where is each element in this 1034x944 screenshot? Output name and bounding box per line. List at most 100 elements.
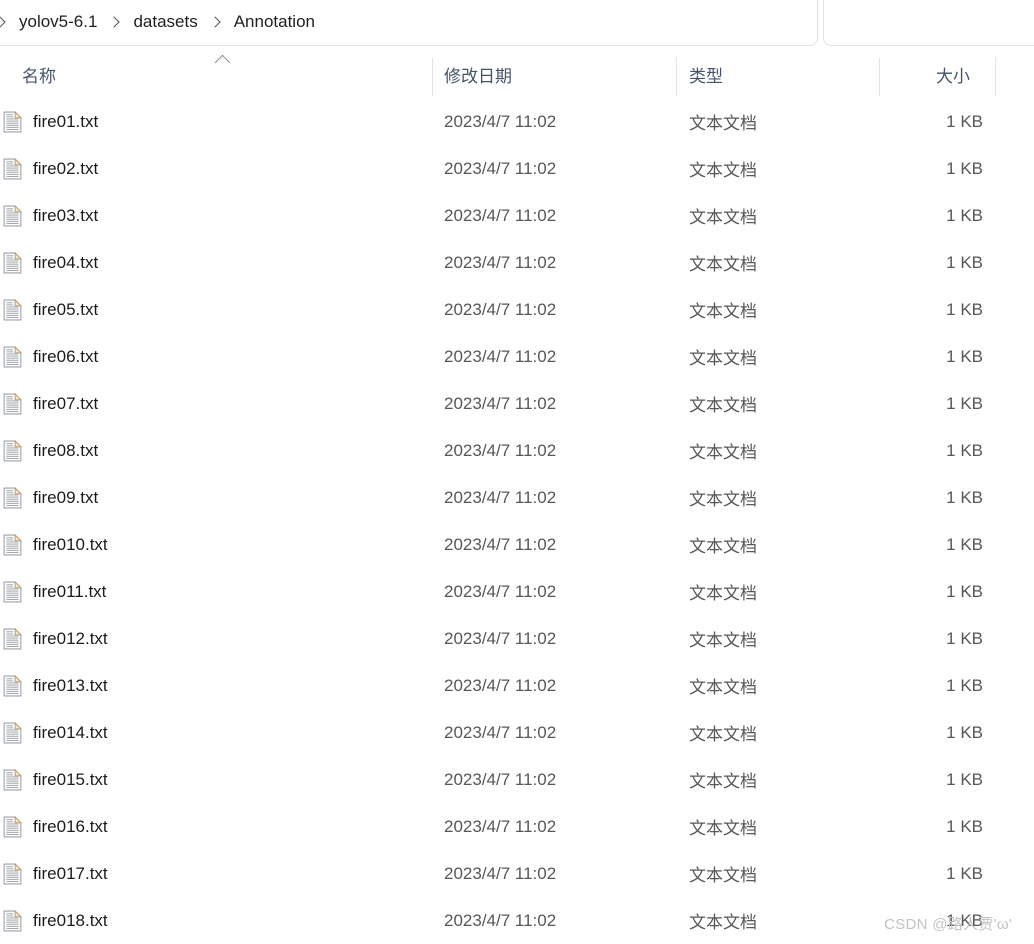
file-row[interactable]: fire09.txt 2023/4/7 11:02 文本文档 1 KB — [0, 474, 1034, 521]
file-size: 1 KB — [946, 534, 983, 554]
file-type: 文本文档 — [689, 631, 757, 650]
column-header-type-label: 类型 — [689, 66, 723, 86]
file-size: 1 KB — [946, 252, 983, 272]
file-date: 2023/4/7 11:02 — [444, 346, 557, 366]
file-type: 文本文档 — [689, 396, 757, 415]
chevron-right-icon — [0, 16, 6, 28]
file-size: 1 KB — [946, 158, 983, 178]
file-row[interactable]: fire015.txt 2023/4/7 11:02 文本文档 1 KB — [0, 756, 1034, 803]
text-file-icon — [3, 486, 23, 509]
file-type: 文本文档 — [689, 866, 757, 885]
file-row[interactable]: fire05.txt 2023/4/7 11:02 文本文档 1 KB — [0, 286, 1034, 333]
file-name: fire05.txt — [33, 299, 99, 319]
file-type: 文本文档 — [689, 302, 757, 321]
text-file-icon — [3, 439, 23, 462]
breadcrumb-item-annotation[interactable]: Annotation — [230, 9, 319, 35]
file-name: fire011.txt — [33, 581, 107, 601]
file-row[interactable]: fire01.txt 2023/4/7 11:02 文本文档 1 KB — [0, 98, 1034, 145]
file-size: 1 KB — [946, 440, 983, 460]
file-type: 文本文档 — [689, 584, 757, 603]
text-file-icon — [3, 862, 23, 885]
file-name: fire07.txt — [33, 393, 99, 413]
text-file-icon — [3, 674, 23, 697]
file-type: 文本文档 — [689, 114, 757, 133]
file-row[interactable]: fire014.txt 2023/4/7 11:02 文本文档 1 KB — [0, 709, 1034, 756]
text-file-icon — [3, 909, 23, 932]
file-date: 2023/4/7 11:02 — [444, 863, 557, 883]
file-date: 2023/4/7 11:02 — [444, 158, 557, 178]
file-name: fire017.txt — [33, 863, 108, 883]
file-row[interactable]: fire012.txt 2023/4/7 11:02 文本文档 1 KB — [0, 615, 1034, 662]
column-divider[interactable] — [995, 58, 996, 96]
file-name: fire08.txt — [33, 440, 99, 460]
chevron-right-icon — [209, 16, 221, 28]
file-type: 文本文档 — [689, 161, 757, 180]
file-name: fire01.txt — [33, 111, 99, 131]
file-size: 1 KB — [946, 863, 983, 883]
file-type: 文本文档 — [689, 725, 757, 744]
file-date: 2023/4/7 11:02 — [444, 675, 557, 695]
column-header-size[interactable]: 大小 — [880, 50, 1015, 98]
column-headers: 名称 修改日期 类型 大小 — [0, 50, 1034, 98]
file-name: fire06.txt — [33, 346, 99, 366]
breadcrumb-item-datasets[interactable]: datasets — [129, 9, 201, 35]
file-size: 1 KB — [946, 581, 983, 601]
text-file-icon — [3, 204, 23, 227]
file-name: fire04.txt — [33, 252, 99, 272]
column-header-name-label: 名称 — [22, 66, 56, 86]
text-file-icon — [3, 110, 23, 133]
file-row[interactable]: fire011.txt 2023/4/7 11:02 文本文档 1 KB — [0, 568, 1034, 615]
column-header-size-label: 大小 — [936, 66, 970, 86]
file-type: 文本文档 — [689, 349, 757, 368]
csdn-watermark: CSDN @路人贾'ω' — [884, 916, 1012, 933]
file-row[interactable]: fire016.txt 2023/4/7 11:02 文本文档 1 KB — [0, 803, 1034, 850]
file-type: 文本文档 — [689, 678, 757, 697]
file-name: fire016.txt — [33, 816, 108, 836]
file-list: fire01.txt 2023/4/7 11:02 文本文档 1 KB fire… — [0, 98, 1034, 944]
text-file-icon — [3, 815, 23, 838]
file-date: 2023/4/7 11:02 — [444, 252, 557, 272]
column-header-name[interactable]: 名称 — [0, 50, 433, 98]
file-type: 文本文档 — [689, 490, 757, 509]
sort-ascending-icon — [214, 54, 231, 71]
file-name: fire012.txt — [33, 628, 108, 648]
file-size: 1 KB — [946, 346, 983, 366]
file-date: 2023/4/7 11:02 — [444, 722, 557, 742]
file-row[interactable]: fire08.txt 2023/4/7 11:02 文本文档 1 KB — [0, 427, 1034, 474]
file-row[interactable]: fire02.txt 2023/4/7 11:02 文本文档 1 KB — [0, 145, 1034, 192]
file-row[interactable]: fire018.txt 2023/4/7 11:02 文本文档 1 KB — [0, 897, 1034, 944]
file-row[interactable]: fire04.txt 2023/4/7 11:02 文本文档 1 KB — [0, 239, 1034, 286]
file-date: 2023/4/7 11:02 — [444, 816, 557, 836]
text-file-icon — [3, 580, 23, 603]
file-date: 2023/4/7 11:02 — [444, 581, 557, 601]
file-type: 文本文档 — [689, 537, 757, 556]
text-file-icon — [3, 627, 23, 650]
file-date: 2023/4/7 11:02 — [444, 299, 557, 319]
breadcrumb-item-yolov5[interactable]: yolov5-6.1 — [15, 9, 101, 35]
explorer-top-bar: yolov5-6.1 datasets Annotation — [0, 0, 1034, 46]
file-date: 2023/4/7 11:02 — [444, 769, 557, 789]
file-row[interactable]: fire017.txt 2023/4/7 11:02 文本文档 1 KB — [0, 850, 1034, 897]
file-row[interactable]: fire010.txt 2023/4/7 11:02 文本文档 1 KB — [0, 521, 1034, 568]
file-row[interactable]: fire06.txt 2023/4/7 11:02 文本文档 1 KB — [0, 333, 1034, 380]
file-size: 1 KB — [946, 487, 983, 507]
file-row[interactable]: fire07.txt 2023/4/7 11:02 文本文档 1 KB — [0, 380, 1034, 427]
text-file-icon — [3, 157, 23, 180]
text-file-icon — [3, 251, 23, 274]
file-size: 1 KB — [946, 816, 983, 836]
chevron-right-icon — [108, 16, 121, 28]
file-size: 1 KB — [946, 111, 983, 131]
file-type: 文本文档 — [689, 772, 757, 791]
file-size: 1 KB — [946, 393, 983, 413]
column-header-type[interactable]: 类型 — [677, 50, 880, 98]
file-size: 1 KB — [946, 299, 983, 319]
file-row[interactable]: fire03.txt 2023/4/7 11:02 文本文档 1 KB — [0, 192, 1034, 239]
file-date: 2023/4/7 11:02 — [444, 205, 557, 225]
file-date: 2023/4/7 11:02 — [444, 111, 557, 131]
file-name: fire03.txt — [33, 205, 99, 225]
column-header-date[interactable]: 修改日期 — [433, 50, 677, 98]
text-file-icon — [3, 533, 23, 556]
file-date: 2023/4/7 11:02 — [444, 487, 557, 507]
file-size: 1 KB — [946, 628, 983, 648]
file-row[interactable]: fire013.txt 2023/4/7 11:02 文本文档 1 KB — [0, 662, 1034, 709]
